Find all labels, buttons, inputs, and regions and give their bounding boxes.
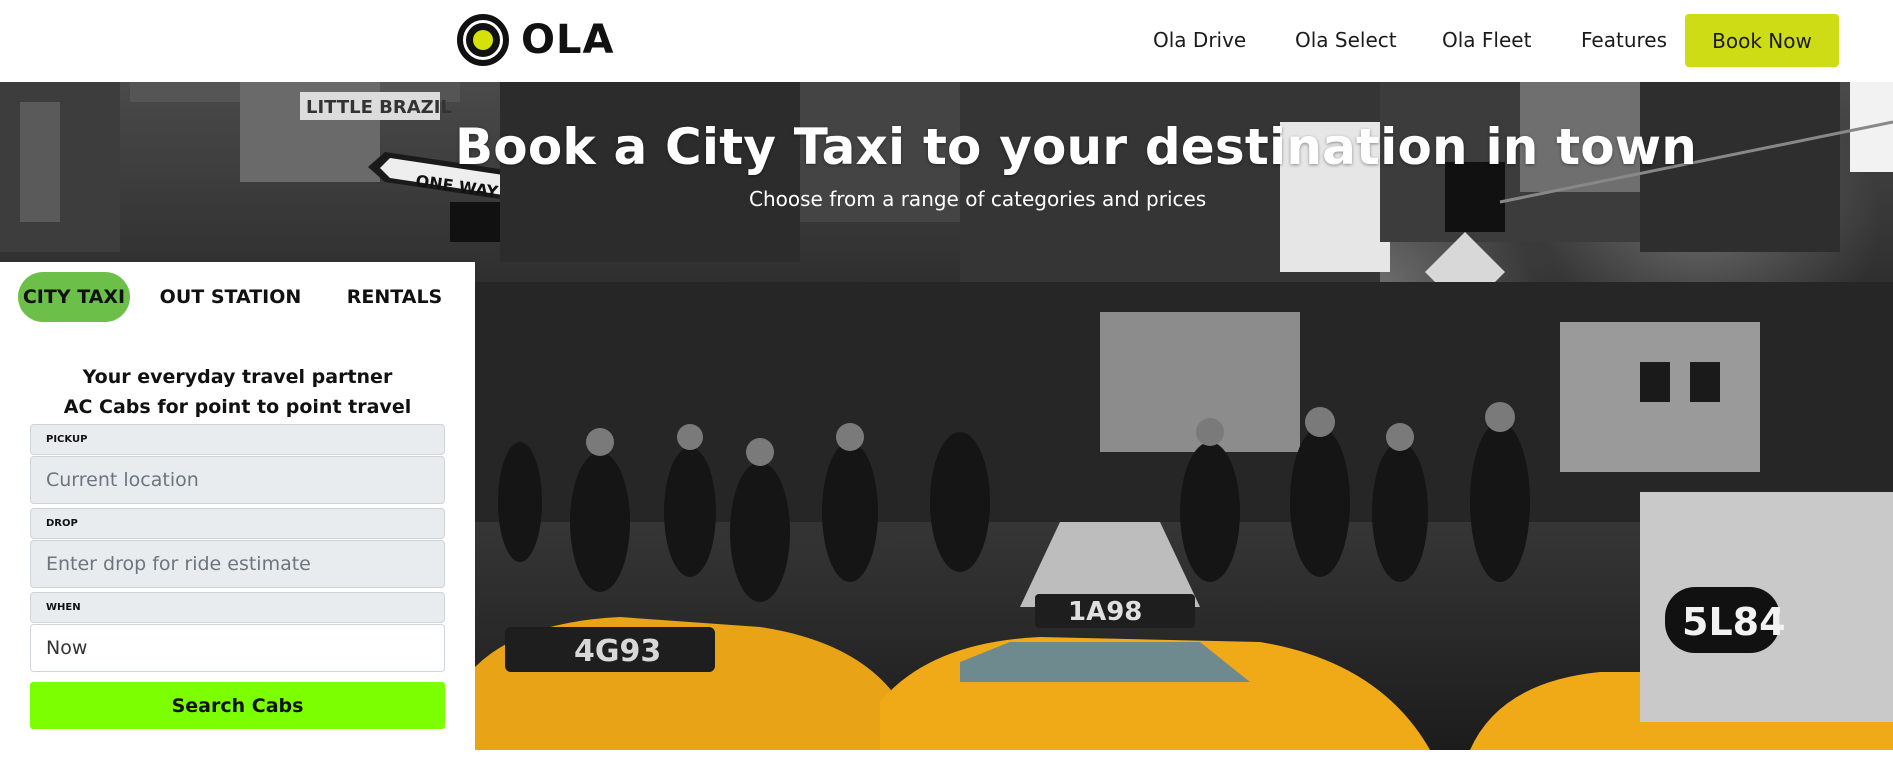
nav-link-ola-select[interactable]: Ola Select [1295, 28, 1397, 52]
taxi-sign-4g93: 4G93 [574, 634, 661, 669]
ola-logo-icon [457, 14, 509, 66]
taxi-sign-5l84: 5L84 [1682, 600, 1786, 644]
hero-title: Book a City Taxi to your destination in … [455, 118, 1698, 176]
booking-panel [0, 262, 475, 750]
street-sign-little-brazil: LITTLE BRAZIL [306, 97, 452, 118]
nav-link-ola-fleet[interactable]: Ola Fleet [1442, 28, 1531, 52]
hero-subtitle: Choose from a range of categories and pr… [749, 187, 1207, 211]
brand-logo[interactable]: OLA [457, 14, 614, 66]
nav-link-ola-drive[interactable]: Ola Drive [1153, 28, 1246, 52]
tab-city-taxi[interactable]: CITY TAXI [18, 272, 130, 322]
tagline-primary: Your everyday travel partner [82, 366, 393, 388]
pickup-label: PICKUP [30, 424, 445, 455]
navbar: OLA Ola Drive Ola Select Ola Fleet Featu… [0, 0, 1893, 82]
nav-link-features[interactable]: Features [1581, 28, 1667, 52]
brand-name: OLA [521, 17, 615, 63]
tab-out-station[interactable]: OUT STATION [158, 272, 303, 322]
tab-rentals[interactable]: RENTALS [342, 272, 447, 322]
taxi-sign-1a98: 1A98 [1068, 597, 1142, 627]
book-now-button[interactable]: Book Now [1685, 14, 1839, 67]
pickup-input[interactable] [30, 456, 445, 504]
search-cabs-button[interactable]: Search Cabs [30, 682, 445, 729]
when-input[interactable] [30, 624, 445, 672]
tagline-secondary: AC Cabs for point to point travel [63, 396, 412, 418]
drop-input[interactable] [30, 540, 445, 588]
drop-label: DROP [30, 508, 445, 539]
when-label: WHEN [30, 592, 445, 623]
